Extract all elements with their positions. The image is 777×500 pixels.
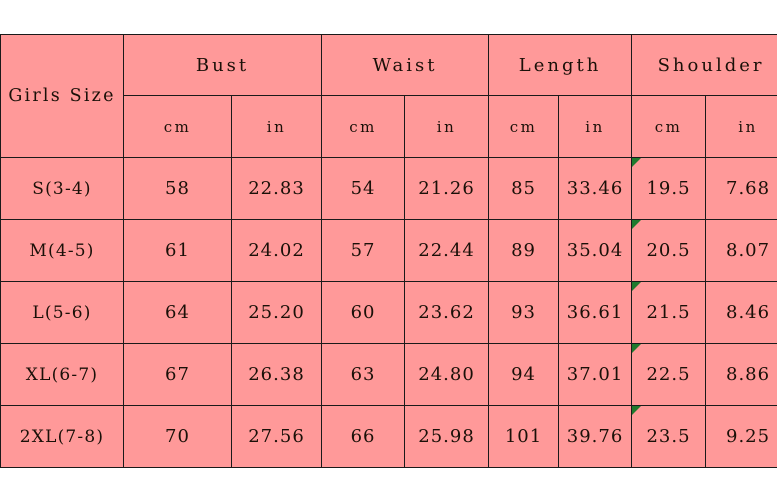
header-group-waist: Waist: [321, 34, 490, 96]
cell-waist-cm: 54: [321, 157, 406, 220]
cell-shoulder-cm-value: 23.5: [646, 426, 691, 447]
header-unit-waist-in: in: [404, 95, 490, 158]
cell-length-in: 33.46: [558, 157, 633, 220]
cell-shoulder-in: 8.86: [705, 343, 777, 406]
cell-shoulder-cm: 22.5: [631, 343, 707, 406]
header-group-shoulder: Shoulder: [631, 34, 777, 96]
cell-waist-cm: 57: [321, 219, 406, 282]
cell-bust-in: 24.02: [230, 219, 323, 282]
header-unit-bust-in: in: [230, 95, 323, 158]
row-size-label: S(3-4): [0, 157, 124, 220]
cell-shoulder-cm: 20.5: [631, 219, 707, 282]
table-row: XL(6-7) 67 26.38 63 24.80 94 37.01 22.5 …: [0, 343, 777, 406]
size-chart-sheet: Girls Size Bust Waist Length Shoulder cm…: [0, 34, 777, 468]
comment-indicator-icon: [632, 344, 642, 353]
cell-length-cm: 89: [488, 219, 560, 282]
cell-shoulder-cm-value: 21.5: [646, 302, 691, 323]
cell-shoulder-cm-value: 22.5: [646, 364, 691, 385]
header-unit-shoulder-cm: cm: [631, 95, 707, 158]
header-unit-bust-cm: cm: [123, 95, 232, 158]
cell-bust-in: 26.38: [230, 343, 323, 406]
header-unit-shoulder-in: in: [705, 95, 777, 158]
cell-bust-in: 22.83: [230, 157, 323, 220]
cell-shoulder-cm: 19.5: [631, 157, 707, 220]
cell-length-cm: 101: [488, 405, 560, 468]
row-size-label: L(5-6): [0, 281, 124, 344]
comment-indicator-icon: [632, 158, 642, 167]
size-chart-table: Girls Size Bust Waist Length Shoulder cm…: [0, 34, 777, 468]
cell-shoulder-cm: 23.5: [631, 405, 707, 468]
cell-length-in: 39.76: [558, 405, 633, 468]
table-row: 2XL(7-8) 70 27.56 66 25.98 101 39.76 23.…: [0, 405, 777, 468]
cell-shoulder-in: 7.68: [705, 157, 777, 220]
cell-shoulder-in: 8.46: [705, 281, 777, 344]
row-size-label: M(4-5): [0, 219, 124, 282]
cell-length-in: 36.61: [558, 281, 633, 344]
cell-shoulder-cm-value: 19.5: [646, 178, 691, 199]
cell-length-in: 37.01: [558, 343, 633, 406]
header-unit-waist-cm: cm: [321, 95, 406, 158]
comment-indicator-icon: [632, 220, 642, 229]
cell-bust-cm: 61: [123, 219, 232, 282]
table-row: S(3-4) 58 22.83 54 21.26 85 33.46 19.5 7…: [0, 157, 777, 220]
cell-bust-cm: 70: [123, 405, 232, 468]
cell-shoulder-in: 9.25: [705, 405, 777, 468]
comment-indicator-icon: [632, 406, 642, 415]
table-row: M(4-5) 61 24.02 57 22.44 89 35.04 20.5 8…: [0, 219, 777, 282]
cell-waist-cm: 66: [321, 405, 406, 468]
cell-waist-in: 23.62: [404, 281, 490, 344]
header-group-length: Length: [488, 34, 633, 96]
cell-bust-cm: 58: [123, 157, 232, 220]
table-row: L(5-6) 64 25.20 60 23.62 93 36.61 21.5 8…: [0, 281, 777, 344]
cell-shoulder-cm: 21.5: [631, 281, 707, 344]
cell-bust-cm: 67: [123, 343, 232, 406]
header-unit-length-in: in: [558, 95, 633, 158]
cell-waist-cm: 60: [321, 281, 406, 344]
cell-waist-in: 25.98: [404, 405, 490, 468]
cell-length-in: 35.04: [558, 219, 633, 282]
cell-length-cm: 93: [488, 281, 560, 344]
cell-bust-cm: 64: [123, 281, 232, 344]
cell-shoulder-in: 8.07: [705, 219, 777, 282]
row-size-label: 2XL(7-8): [0, 405, 124, 468]
cell-length-cm: 85: [488, 157, 560, 220]
cell-waist-in: 22.44: [404, 219, 490, 282]
header-unit-length-cm: cm: [488, 95, 560, 158]
header-group-row: Girls Size Bust Waist Length Shoulder: [0, 34, 777, 158]
cell-shoulder-cm-value: 20.5: [646, 240, 691, 261]
header-group-bust: Bust: [122, 34, 323, 96]
cell-waist-cm: 63: [321, 343, 406, 406]
row-size-label: XL(6-7): [0, 343, 124, 406]
cell-bust-in: 27.56: [230, 405, 323, 468]
cell-length-cm: 94: [488, 343, 560, 406]
cell-bust-in: 25.20: [230, 281, 323, 344]
cell-waist-in: 24.80: [404, 343, 490, 406]
header-girls-size: Girls Size: [0, 34, 124, 158]
cell-waist-in: 21.26: [404, 157, 490, 220]
comment-indicator-icon: [632, 282, 642, 291]
